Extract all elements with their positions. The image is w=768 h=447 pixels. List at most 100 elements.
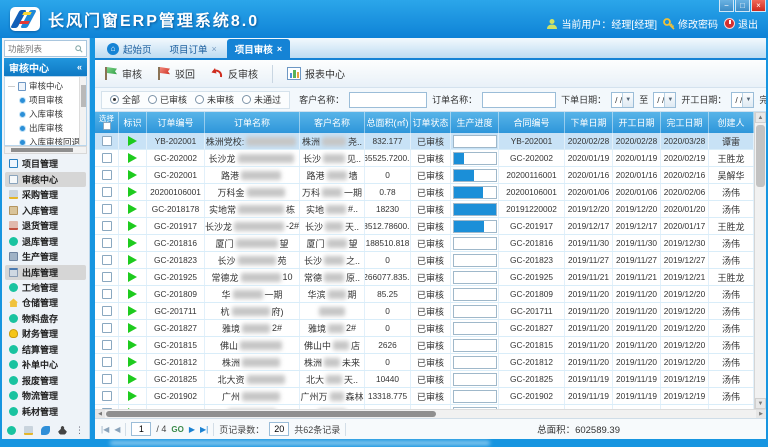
row-checkbox[interactable]	[102, 272, 112, 282]
circle-icon[interactable]	[7, 426, 16, 435]
tree-item-入库审核[interactable]: 入库审核	[8, 107, 86, 121]
close-button[interactable]: ×	[751, 0, 766, 12]
toolbar-button-审核[interactable]: 审核	[103, 66, 142, 81]
sidebar-item-审核中心[interactable]: 审核中心	[5, 172, 86, 187]
column-header-合同编号[interactable]: 合同编号	[499, 112, 565, 133]
row-checkbox[interactable]	[102, 357, 112, 367]
next-page-button[interactable]: ▶	[189, 425, 195, 434]
table-row[interactable]: GC-201902广州广州万森林13318.775已审核GC-201902201…	[95, 388, 754, 405]
order-name-input[interactable]	[482, 92, 556, 108]
tab-项目审核[interactable]: 项目审核×	[227, 39, 290, 58]
sidebar-item-入库管理[interactable]: 入库管理	[5, 203, 86, 218]
function-search-input[interactable]	[8, 44, 75, 54]
row-checkbox[interactable]	[102, 204, 112, 214]
table-row[interactable]: 20200106001万科金万科一期0.78已审核202001060012020…	[95, 184, 754, 201]
table-row[interactable]: GC-201711杭府)0已审核GC-2017112019/11/202019/…	[95, 303, 754, 320]
tab-项目订单[interactable]: 项目订单×	[162, 39, 225, 58]
tree-item-出库审核[interactable]: 出库审核	[8, 121, 86, 135]
table-row[interactable]: GC-2018178实地常栋实地#..18230已审核2019122000220…	[95, 201, 754, 218]
table-row[interactable]: GC-201925常德龙10常德原..266077.835..已审核GC-201…	[95, 269, 754, 286]
radio-已审核[interactable]: 已审核	[148, 93, 187, 106]
sidebar-item-物料盘存[interactable]: 物料盘存	[5, 311, 86, 326]
column-header-选择[interactable]: 选择	[95, 112, 119, 133]
radio-全部[interactable]: 全部	[110, 93, 140, 106]
sidebar-item-项目管理[interactable]: 项目管理	[5, 156, 86, 171]
chevron-down-icon[interactable]: ▼	[664, 93, 675, 107]
customer-name-input[interactable]	[349, 92, 427, 108]
sidebar-item-报废管理[interactable]: 报废管理	[5, 373, 86, 388]
table-row[interactable]: GC-201827雅境2#雅境2#0已审核GC-2018272019/11/20…	[95, 320, 754, 337]
row-checkbox[interactable]	[102, 187, 112, 197]
row-checkbox[interactable]	[102, 221, 112, 231]
select-all-checkbox[interactable]	[103, 122, 111, 130]
column-header-下单日期[interactable]: 下单日期	[565, 112, 613, 133]
table-row[interactable]: GC-201815佛山佛山中店2626已审核GC-2018152019/11/2…	[95, 337, 754, 354]
first-page-button[interactable]: |◀	[101, 425, 109, 434]
prev-page-button[interactable]: ◀	[114, 425, 120, 434]
row-checkbox[interactable]	[102, 306, 112, 316]
start-date-picker[interactable]: / /▼	[731, 92, 754, 108]
tree-root-audit-center[interactable]: — 审核中心	[8, 79, 86, 93]
row-checkbox[interactable]	[102, 289, 112, 299]
sidebar-item-财务管理[interactable]: 财务管理	[5, 326, 86, 341]
chevron-down-icon[interactable]: ▼	[622, 93, 633, 107]
page-number-input[interactable]	[131, 422, 151, 436]
radio-未通过[interactable]: 未通过	[242, 93, 281, 106]
scroll-up-icon[interactable]: ▲	[755, 112, 766, 123]
order-date-from-picker[interactable]: / /▼	[611, 92, 634, 108]
table-row[interactable]: GC-201823长沙苑长沙之..0已审核GC-2018232019/11/27…	[95, 252, 754, 269]
tree-item-入库审核回退[interactable]: 入库审核回退	[8, 135, 86, 146]
swoosh-icon[interactable]	[41, 426, 50, 435]
page-size-input[interactable]	[269, 422, 289, 436]
tree-vertical-scrollbar[interactable]	[79, 77, 86, 145]
sidebar-item-退货管理[interactable]: 退货管理	[5, 218, 86, 233]
close-tab-icon[interactable]: ×	[212, 44, 217, 54]
row-checkbox[interactable]	[102, 153, 112, 163]
column-header-标识[interactable]: 标识	[119, 112, 147, 133]
row-checkbox[interactable]	[102, 374, 112, 384]
row-checkbox[interactable]	[102, 391, 112, 401]
last-page-button[interactable]: ▶|	[200, 425, 208, 434]
sidebar-item-工地管理[interactable]: 工地管理	[5, 280, 86, 295]
row-checkbox[interactable]	[102, 136, 112, 146]
scroll-thumb[interactable]	[756, 125, 765, 187]
scroll-right-icon[interactable]: ▶	[756, 410, 766, 418]
column-header-创建人[interactable]: 创建人	[709, 112, 754, 133]
table-row[interactable]: GC-201825北大资北大天..10440已审核GC-2018252019/1…	[95, 371, 754, 388]
collapse-panel-icon[interactable]: «	[77, 62, 82, 72]
tree-horizontal-scrollbar[interactable]	[4, 146, 87, 154]
row-checkbox[interactable]	[102, 238, 112, 248]
column-header-客户名称[interactable]: 客户名称	[300, 112, 365, 133]
row-checkbox[interactable]	[102, 323, 112, 333]
column-header-完工日期[interactable]: 完工日期	[661, 112, 709, 133]
sidebar-item-耗材管理[interactable]: 耗材管理	[5, 404, 86, 419]
scroll-left-icon[interactable]: ◀	[95, 410, 105, 418]
toolbar-button-反审核[interactable]: 反审核	[209, 66, 258, 81]
grid-horizontal-scrollbar[interactable]: ◀ ▶	[95, 409, 766, 418]
column-header-总面积(㎡)[interactable]: 总面积(㎡)	[365, 112, 411, 133]
column-header-订单状态[interactable]: 订单状态	[411, 112, 451, 133]
tree-item-项目审核[interactable]: 项目审核	[8, 93, 86, 107]
cart2-icon[interactable]	[24, 426, 33, 435]
toolbar-button-驳回[interactable]: 驳回	[156, 66, 195, 81]
row-checkbox[interactable]	[102, 170, 112, 180]
row-checkbox[interactable]	[102, 255, 112, 265]
change-password-button[interactable]: 修改密码	[663, 16, 718, 31]
column-header-开工日期[interactable]: 开工日期	[613, 112, 661, 133]
table-row[interactable]: GC-202002长沙龙长沙见..65525.7200..已审核GC-20200…	[95, 150, 754, 167]
sidebar-item-生产管理[interactable]: 生产管理	[5, 249, 86, 264]
toolbar-button-报表中心[interactable]: 报表中心	[287, 66, 345, 81]
sidebar-item-仓储管理[interactable]: 仓储管理	[5, 295, 86, 310]
row-checkbox[interactable]	[102, 340, 112, 350]
maximize-button[interactable]: □	[735, 0, 750, 12]
close-tab-icon[interactable]: ×	[277, 44, 282, 54]
tab-起始页[interactable]: ⌂起始页	[99, 39, 160, 58]
sidebar-item-退库管理[interactable]: 退库管理	[5, 234, 86, 249]
go-button[interactable]: GO	[171, 425, 183, 434]
chevron-down-icon[interactable]: ▼	[742, 93, 753, 107]
logout-button[interactable]: 退出	[724, 16, 758, 31]
radio-未审核[interactable]: 未审核	[195, 93, 234, 106]
scroll-down-icon[interactable]: ▼	[755, 398, 766, 409]
sidebar-item-采购管理[interactable]: 采购管理	[5, 187, 86, 202]
more-icon[interactable]: ⋮	[75, 426, 84, 435]
